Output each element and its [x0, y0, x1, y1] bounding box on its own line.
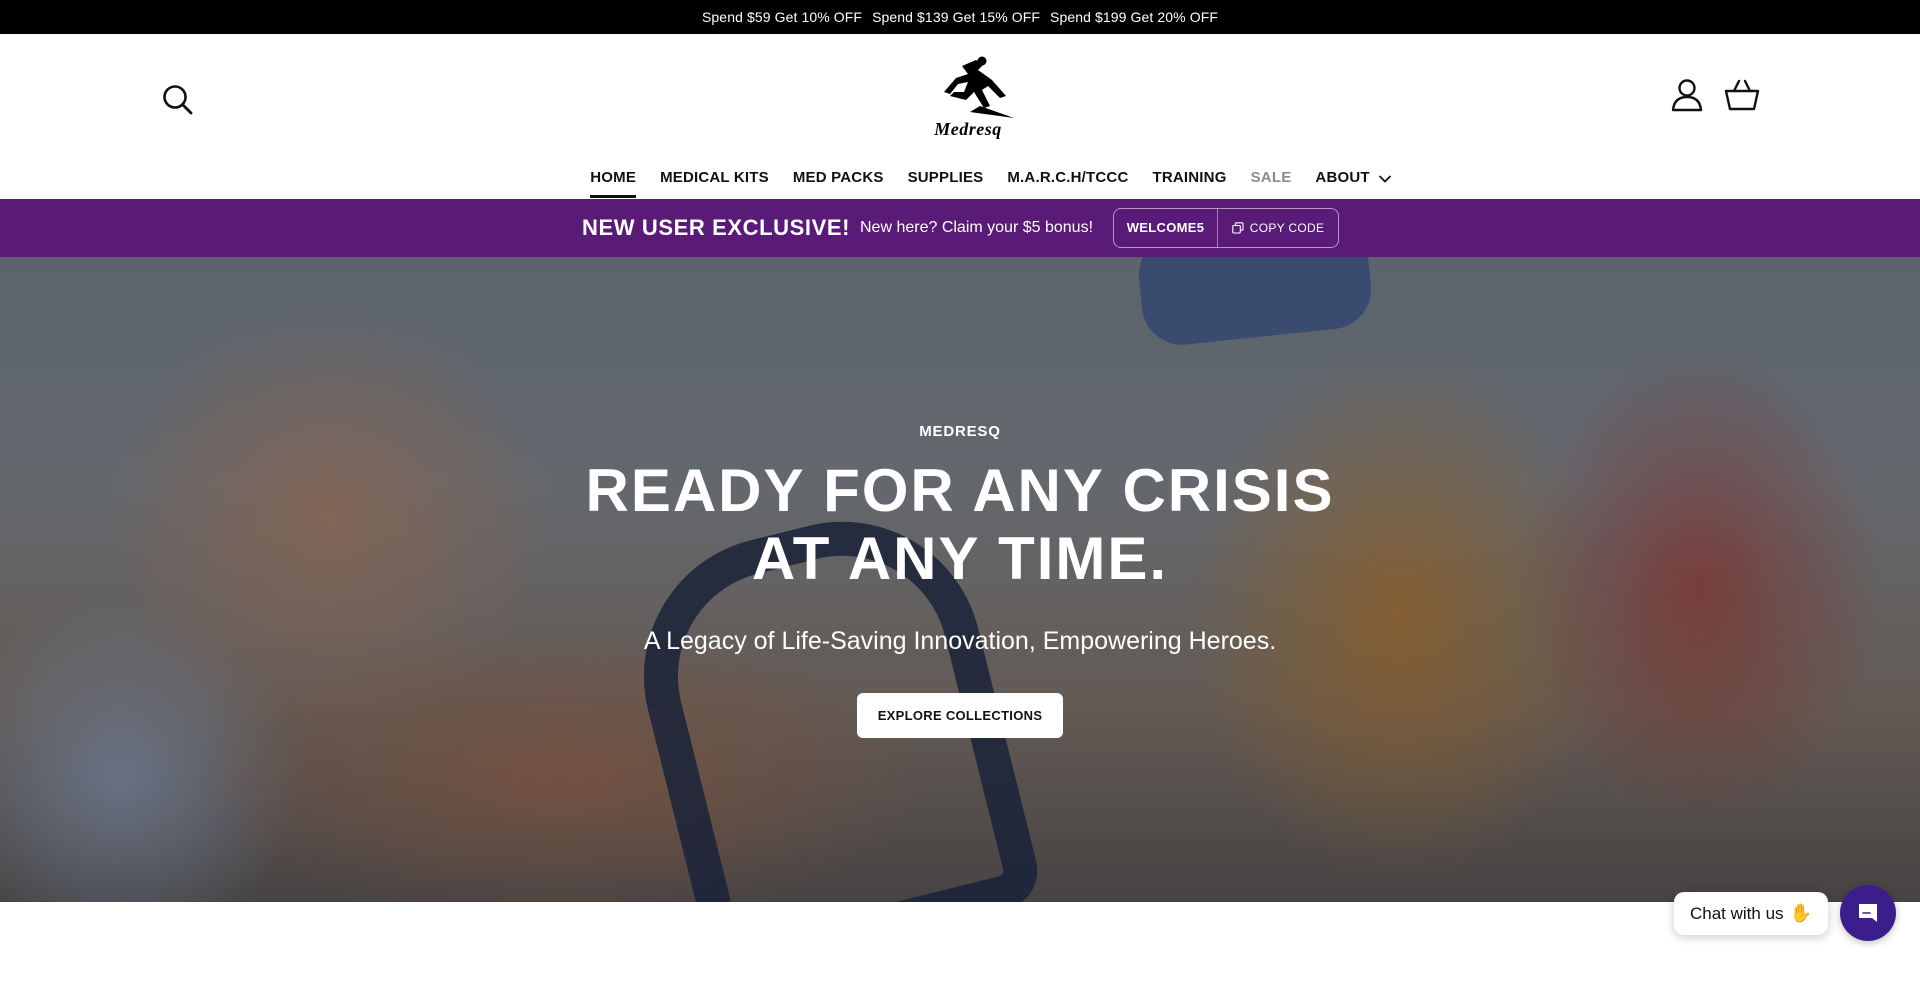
hero-banner: MEDRESQ READY FOR ANY CRISIS AT ANY TIME… [0, 257, 1920, 902]
chat-launcher-button[interactable] [1840, 885, 1896, 941]
runner-logo-icon [944, 56, 1014, 118]
site-header: Medresq HOME MEDICAL KITS MED PACKS SUPP… [0, 34, 1920, 199]
nav-item-march-tccc[interactable]: M.A.R.C.H/TCCC [1007, 166, 1128, 199]
announcement-bar: Spend $59 Get 10% OFF Spend $139 Get 15%… [0, 0, 1920, 34]
chat-icon [1859, 904, 1877, 922]
user-icon [1671, 79, 1703, 112]
nav-item-label: SUPPLIES [907, 169, 984, 186]
nav-item-label: MED PACKS [792, 169, 884, 186]
search-icon [163, 85, 193, 115]
nav-item-about[interactable]: ABOUT [1315, 166, 1391, 199]
coupon-code-box: WELCOME5 COPY CODE [1113, 208, 1339, 248]
chat-prompt-bubble[interactable]: Chat with us ✋ [1674, 892, 1828, 935]
chat-prompt-label: Chat with us [1690, 903, 1784, 923]
nav-item-med-packs[interactable]: MED PACKS [793, 166, 884, 199]
hero-eyebrow: MEDRESQ [919, 423, 1001, 440]
nav-item-home[interactable]: HOME [590, 166, 636, 199]
basket-icon [1724, 79, 1760, 111]
copy-code-button[interactable]: COPY CODE [1218, 209, 1338, 247]
nav-item-label: MEDICAL KITS [660, 169, 769, 186]
nav-item-label: HOME [590, 169, 637, 186]
nav-item-supplies[interactable]: SUPPLIES [908, 166, 984, 199]
copy-icon [1232, 222, 1244, 234]
announcement-offer-1: Spend $59 Get 10% OFF [701, 9, 863, 25]
promo-subtitle: New here? Claim your $5 bonus! [860, 219, 1094, 236]
explore-collections-button[interactable]: EXPLORE COLLECTIONS [857, 693, 1063, 738]
chevron-down-icon [1378, 175, 1391, 183]
nav-item-training[interactable]: TRAINING [1152, 166, 1226, 199]
announcement-offer-3: Spend $199 Get 20% OFF [1050, 9, 1219, 25]
account-button[interactable] [1670, 78, 1704, 112]
nav-item-medical-kits[interactable]: MEDICAL KITS [660, 166, 769, 199]
search-button[interactable] [160, 82, 196, 118]
coupon-code: WELCOME5 [1114, 209, 1218, 247]
nav-item-label: ABOUT [1315, 169, 1370, 186]
nav-item-sale[interactable]: SALE [1251, 166, 1292, 199]
hero-title: READY FOR ANY CRISIS AT ANY TIME. [585, 457, 1335, 592]
nav-item-label: M.A.R.C.H/TCCC [1007, 169, 1129, 186]
main-nav: HOME MEDICAL KITS MED PACKS SUPPLIES M.A… [0, 166, 1920, 199]
logo-text: Medresq [934, 119, 1002, 139]
promo-bar: NEW USER EXCLUSIVE! New here? Claim your… [0, 199, 1920, 257]
waving-hand-icon: ✋ [1789, 903, 1812, 923]
promo-title: NEW USER EXCLUSIVE! [582, 215, 851, 240]
hero-subtitle: A Legacy of Life-Saving Innovation, Empo… [643, 627, 1277, 655]
copy-code-label: COPY CODE [1249, 221, 1325, 235]
nav-item-label: TRAINING [1152, 169, 1227, 186]
site-logo[interactable]: Medresq [910, 56, 1026, 140]
hero-content: MEDRESQ READY FOR ANY CRISIS AT ANY TIME… [0, 257, 1920, 902]
nav-item-label: SALE [1250, 169, 1292, 186]
announcement-offer-2: Spend $139 Get 15% OFF [872, 9, 1041, 25]
cart-button[interactable] [1724, 78, 1760, 112]
